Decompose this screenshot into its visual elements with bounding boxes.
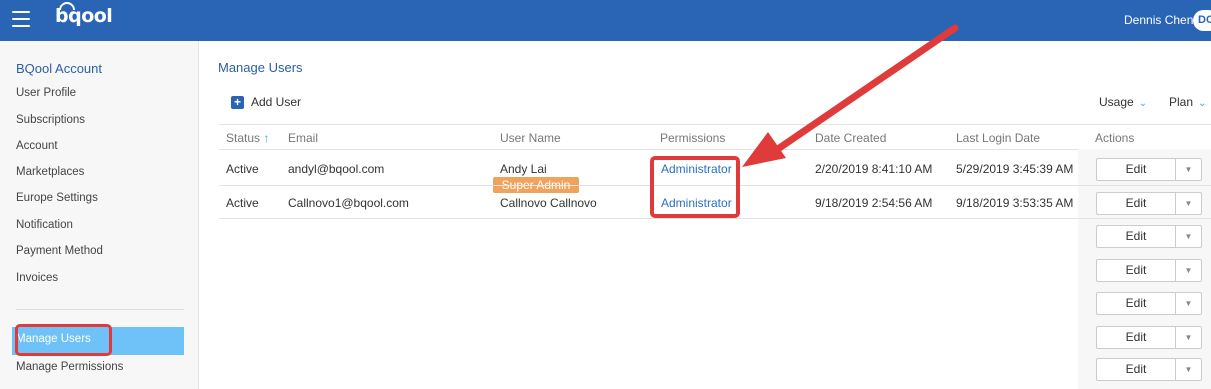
annotation-arrow-icon <box>742 24 959 167</box>
